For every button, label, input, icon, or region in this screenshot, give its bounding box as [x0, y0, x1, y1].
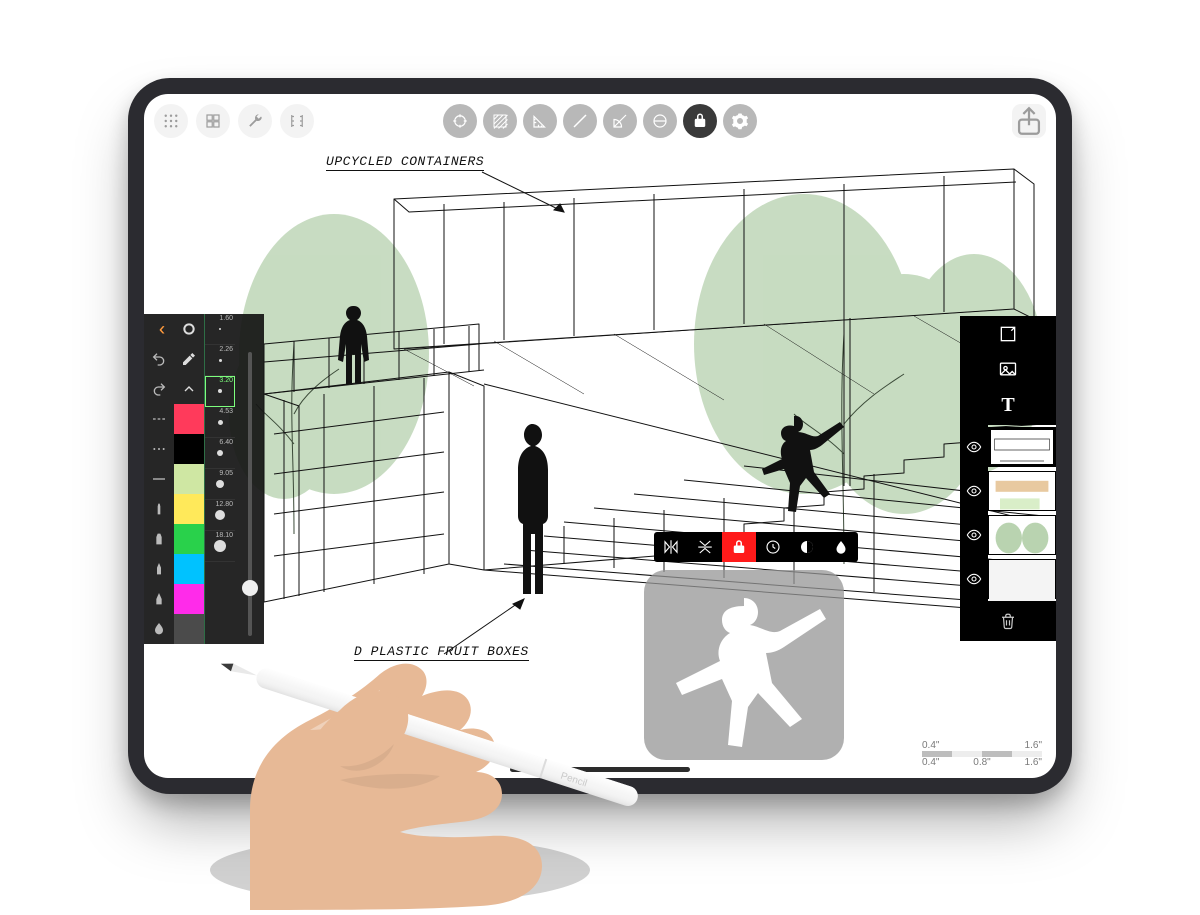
lock-aspect-icon[interactable] [722, 532, 756, 562]
brush-size-list: 1.60 2.26 3.20 4.53 6.40 9.05 12.80 18.1… [204, 314, 235, 644]
share-icon[interactable] [1012, 104, 1046, 138]
layer-linework[interactable] [960, 425, 1056, 469]
layers-panel: T [960, 316, 1056, 641]
stamp-preview[interactable] [644, 570, 844, 760]
undo-icon[interactable] [144, 344, 174, 374]
swatch-green[interactable] [174, 524, 204, 554]
opacity-slider[interactable] [248, 352, 252, 636]
size-6[interactable]: 9.05 [205, 469, 235, 500]
brush-marker-icon[interactable] [144, 524, 174, 554]
layer-trees[interactable] [960, 557, 1056, 601]
annotation-bottom: D PLASTIC FRUIT BOXES [354, 644, 529, 659]
drawing-canvas[interactable]: UPCYCLED CONTAINERS D PLASTIC FRUIT BOXE… [144, 94, 1056, 778]
wrench-icon[interactable] [238, 104, 272, 138]
size-2[interactable]: 2.26 [205, 345, 235, 376]
rotate-lock-icon[interactable] [756, 532, 790, 562]
hatch-icon[interactable] [483, 104, 517, 138]
layer-shading[interactable] [960, 469, 1056, 513]
visibility-icon[interactable] [960, 469, 988, 513]
ruler-angle-icon[interactable] [523, 104, 557, 138]
size-4[interactable]: 4.53 [205, 407, 235, 438]
visibility-icon[interactable] [960, 425, 988, 469]
flip-vertical-icon[interactable] [654, 532, 688, 562]
stroke-dash-icon[interactable] [144, 404, 174, 434]
brush-pen-icon[interactable] [144, 554, 174, 584]
grid-icon[interactable] [196, 104, 230, 138]
stroke-solid-icon[interactable] [144, 464, 174, 494]
annotation-top: UPCYCLED CONTAINERS [326, 154, 484, 169]
swatch-cyan[interactable] [174, 554, 204, 584]
caret-up-icon[interactable] [174, 374, 204, 404]
ellipse-guide-icon[interactable] [643, 104, 677, 138]
size-7[interactable]: 12.80 [205, 500, 235, 531]
collapse-panel-icon[interactable]: ‹‹ [144, 314, 174, 344]
swatch-black[interactable] [174, 434, 204, 464]
size-5[interactable]: 6.40 [205, 438, 235, 469]
delete-layer-icon[interactable] [960, 601, 1056, 641]
brush-crayon-icon[interactable] [144, 494, 174, 524]
redo-icon[interactable] [144, 374, 174, 404]
size-3[interactable]: 3.20 [205, 376, 235, 407]
settings-gear-icon[interactable] [723, 104, 757, 138]
eyedropper-icon[interactable] [174, 344, 204, 374]
visibility-icon[interactable] [960, 513, 988, 557]
swatch-magenta[interactable] [174, 584, 204, 614]
flip-horizontal-icon[interactable] [688, 532, 722, 562]
app-screen: UPCYCLED CONTAINERS D PLASTIC FRUIT BOXE… [144, 94, 1056, 778]
home-indicator [510, 767, 690, 772]
swatch-red[interactable] [174, 404, 204, 434]
image-layer-icon[interactable] [998, 359, 1018, 384]
size-8[interactable]: 18.10 [205, 531, 235, 562]
visibility-icon[interactable] [960, 557, 988, 601]
fill-alpha-icon[interactable] [824, 532, 858, 562]
brush-fill-icon[interactable] [144, 614, 174, 644]
top-toolbar [144, 100, 1056, 144]
new-layer-icon[interactable] [998, 324, 1018, 349]
lock-shape-icon[interactable] [683, 104, 717, 138]
stroke-dot-icon[interactable] [144, 434, 174, 464]
snap-center-icon[interactable] [443, 104, 477, 138]
swatch-darkgray[interactable] [174, 614, 204, 644]
color-ring-icon[interactable] [174, 314, 204, 344]
size-1[interactable]: 1.60 [205, 314, 235, 345]
protractor-icon[interactable] [603, 104, 637, 138]
swatch-yellow[interactable] [174, 494, 204, 524]
brush-ink-icon[interactable] [144, 584, 174, 614]
transform-toolbar [654, 532, 858, 562]
ruler-guides-icon[interactable] [280, 104, 314, 138]
text-layer-icon[interactable]: T [1001, 394, 1014, 417]
scale-readout: 0.4"1.6" 0.4"0.8"1.6" [922, 740, 1042, 768]
swatch-sage[interactable] [174, 464, 204, 494]
line-tool-icon[interactable] [563, 104, 597, 138]
grid-dots-icon[interactable] [154, 104, 188, 138]
ipad-frame: UPCYCLED CONTAINERS D PLASTIC FRUIT BOXE… [128, 78, 1072, 794]
left-tool-panel: ‹‹ [144, 314, 264, 644]
layer-color[interactable] [960, 513, 1056, 557]
invert-icon[interactable] [790, 532, 824, 562]
